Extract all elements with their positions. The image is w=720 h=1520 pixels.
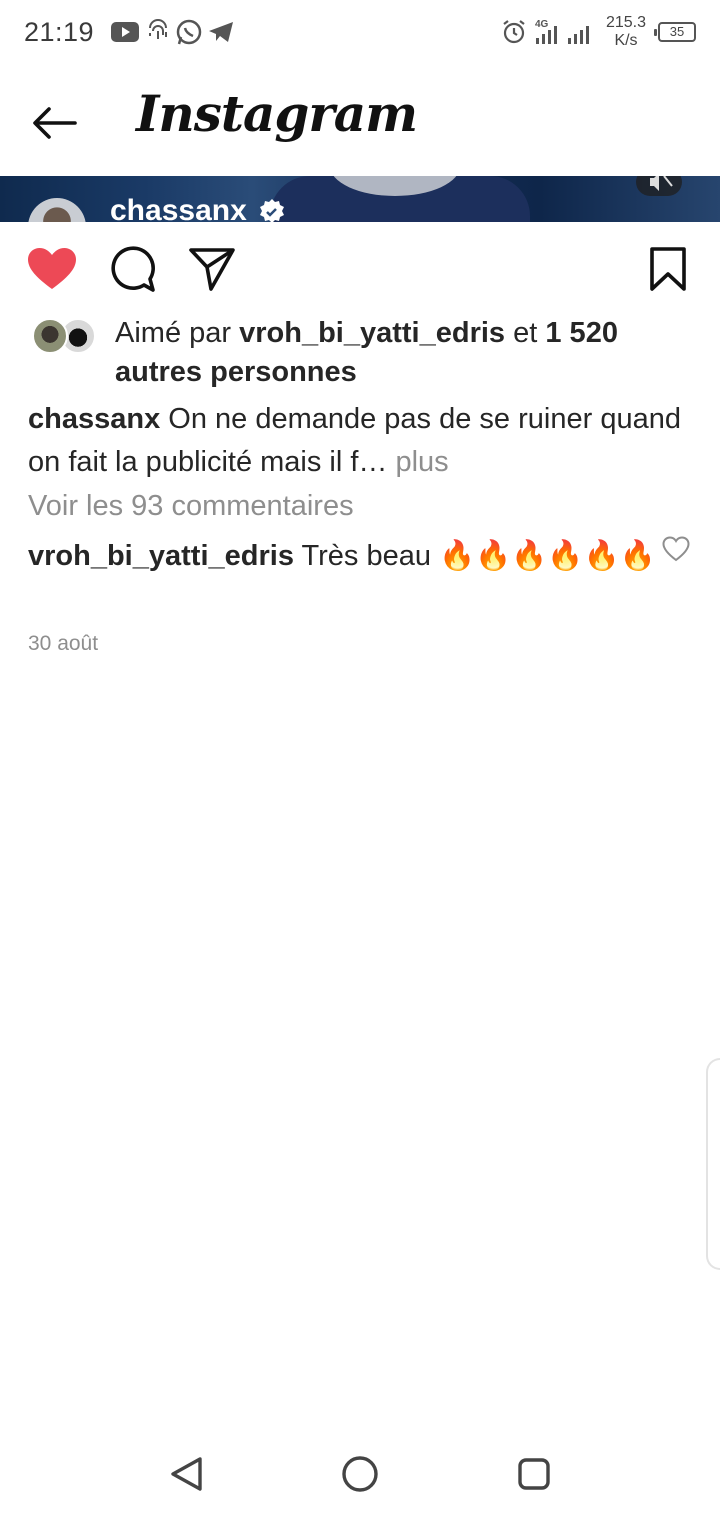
speaker-muted-icon [636, 176, 682, 196]
bookmark-icon [650, 247, 686, 291]
owner-username[interactable]: chassanx [110, 194, 247, 222]
heart-filled-icon [28, 248, 76, 289]
arrow-left-icon [33, 107, 77, 139]
status-bar: 21:19 4G 215.3 K/s 35 [0, 0, 720, 66]
mute-button[interactable] [636, 176, 682, 196]
youtube-icon [110, 18, 140, 46]
view-comments-link[interactable]: Voir les 93 commentaires [28, 490, 354, 523]
circle-home-icon [342, 1456, 378, 1492]
likes-summary[interactable]: Aimé par vroh_bi_yatti_edris et 1 520 au… [0, 314, 720, 394]
square-recents-icon [518, 1458, 550, 1490]
comment-like-button[interactable] [662, 536, 690, 562]
post-media[interactable]: chassanx [0, 176, 720, 222]
likes-text[interactable]: Aimé par vroh_bi_yatti_edris et 1 520 au… [115, 314, 695, 392]
save-button[interactable] [643, 244, 693, 294]
system-navigation-bar [0, 1430, 720, 1520]
signal-icon: 4G [534, 18, 596, 46]
liker-avatar [32, 318, 68, 354]
status-time: 21:19 [24, 17, 95, 47]
whatsapp-icon [174, 18, 204, 46]
nav-back-button[interactable] [164, 1452, 208, 1496]
app-header: Instagram [0, 66, 720, 176]
network-type: 4G [535, 19, 549, 30]
post-caption: chassanx On ne demande pas de se ruiner … [28, 398, 698, 484]
alarm-icon [500, 18, 528, 46]
nav-recents-button[interactable] [512, 1452, 556, 1496]
liker-username[interactable]: vroh_bi_yatti_edris [239, 317, 505, 349]
caption-username[interactable]: chassanx [28, 403, 160, 435]
battery-indicator: 35 [654, 22, 696, 42]
nav-home-button[interactable] [338, 1452, 382, 1496]
network-speed-value: 215.3 [605, 14, 647, 31]
instagram-logo: Instagram [136, 84, 418, 143]
like-button[interactable] [27, 244, 77, 294]
comment-username[interactable]: vroh_bi_yatti_edris [28, 540, 294, 572]
share-button[interactable] [187, 244, 237, 294]
comment-button[interactable] [107, 244, 157, 294]
network-speed: 215.3 K/s [600, 14, 652, 50]
post-date: 30 août [28, 632, 99, 655]
paper-plane-icon [189, 248, 235, 291]
fingerprint-icon [144, 18, 172, 46]
network-speed-unit: K/s [614, 32, 638, 49]
more-link[interactable]: plus [395, 446, 448, 478]
heart-outline-icon [662, 536, 690, 562]
triangle-back-icon [171, 1457, 202, 1491]
back-button[interactable] [26, 94, 84, 152]
side-panel-handle[interactable] [706, 1058, 720, 1270]
owner-avatar[interactable] [28, 198, 86, 222]
comment-text: Très beau 🔥🔥🔥🔥🔥🔥 [293, 540, 656, 572]
telegram-icon [206, 18, 236, 46]
post-action-bar [0, 222, 720, 312]
speech-bubble-icon [111, 246, 155, 292]
verified-badge-icon [258, 198, 286, 222]
comment-item: vroh_bi_yatti_edris Très beau 🔥🔥🔥🔥🔥🔥 [28, 535, 658, 578]
